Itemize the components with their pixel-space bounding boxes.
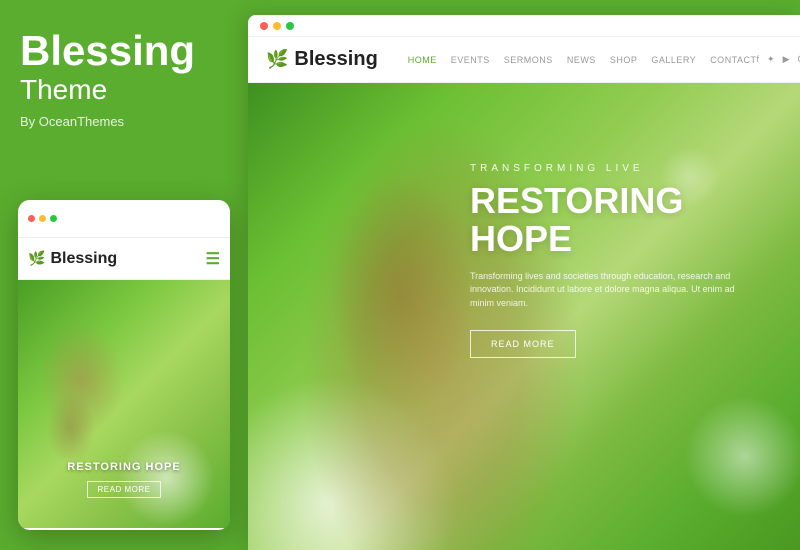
mobile-hero-title: RESTORING HOPE	[18, 461, 230, 473]
hero-subtitle: TRANSFORMING LIVE	[470, 163, 750, 174]
mobile-logo-text: Blessing	[50, 250, 117, 268]
hero-description: Transforming lives and societies through…	[470, 270, 750, 311]
desktop-mockup: 🌿 Blessing HOME EVENTS SERMONS NEWS SHOP…	[248, 15, 800, 550]
mobile-overlay: RESTORING HOPE READ MORE	[18, 461, 230, 498]
mobile-hero-image: RESTORING HOPE READ MORE	[18, 280, 230, 528]
mobile-read-more-button[interactable]: READ MORE	[87, 481, 162, 498]
desktop-hero: TRANSFORMING LIVE RESTORING HOPE Transfo…	[248, 83, 800, 550]
mobile-dot-red	[28, 215, 35, 222]
desktop-social-icons: f ✦ ▶ G+ ✉	[757, 54, 800, 65]
mobile-mockup: 🌿 Blessing ☰ RESTORING HOPE READ MORE	[18, 200, 230, 530]
left-panel: Blessing Theme By OceanThemes 🌿 Blessing…	[0, 0, 248, 550]
facebook-icon[interactable]: f	[757, 54, 760, 65]
mobile-nav: 🌿 Blessing ☰	[18, 238, 230, 280]
desktop-logo-text: Blessing	[294, 48, 377, 71]
desktop-dot-green	[286, 22, 294, 30]
mobile-hamburger-icon[interactable]: ☰	[206, 249, 220, 269]
mobile-logo: 🌿 Blessing	[28, 250, 117, 268]
desktop-dot-red	[260, 22, 268, 30]
rss-icon[interactable]: ▶	[783, 54, 790, 65]
nav-link-news[interactable]: NEWS	[567, 55, 596, 65]
hero-title: RESTORING HOPE	[470, 182, 750, 258]
twitter-icon[interactable]: ✦	[767, 54, 775, 65]
desktop-logo: 🌿 Blessing	[266, 48, 378, 71]
desktop-leaf-icon: 🌿	[266, 49, 288, 70]
hero-cta-button[interactable]: READ MORE	[470, 330, 576, 358]
nav-link-events[interactable]: EVENTS	[451, 55, 490, 65]
nav-link-contact[interactable]: CONTACT	[710, 55, 756, 65]
leaf-icon: 🌿	[28, 250, 45, 267]
theme-title: Blessing	[20, 30, 195, 72]
desktop-nav: 🌿 Blessing HOME EVENTS SERMONS NEWS SHOP…	[248, 37, 800, 83]
nav-link-gallery[interactable]: GALLERY	[651, 55, 696, 65]
theme-author: By OceanThemes	[20, 114, 124, 129]
mobile-window-bar	[18, 200, 230, 238]
mobile-dot-green	[50, 215, 57, 222]
mobile-traffic-lights	[28, 215, 57, 222]
hero-content: TRANSFORMING LIVE RESTORING HOPE Transfo…	[470, 163, 750, 358]
nav-link-home[interactable]: HOME	[408, 55, 437, 65]
mobile-dot-yellow	[39, 215, 46, 222]
theme-subtitle: Theme	[20, 74, 107, 106]
desktop-nav-links: HOME EVENTS SERMONS NEWS SHOP GALLERY CO…	[408, 55, 757, 65]
nav-link-shop[interactable]: SHOP	[610, 55, 638, 65]
nav-link-sermons[interactable]: SERMONS	[504, 55, 553, 65]
desktop-traffic-lights	[260, 22, 294, 30]
desktop-window-bar	[248, 15, 800, 37]
desktop-dot-yellow	[273, 22, 281, 30]
